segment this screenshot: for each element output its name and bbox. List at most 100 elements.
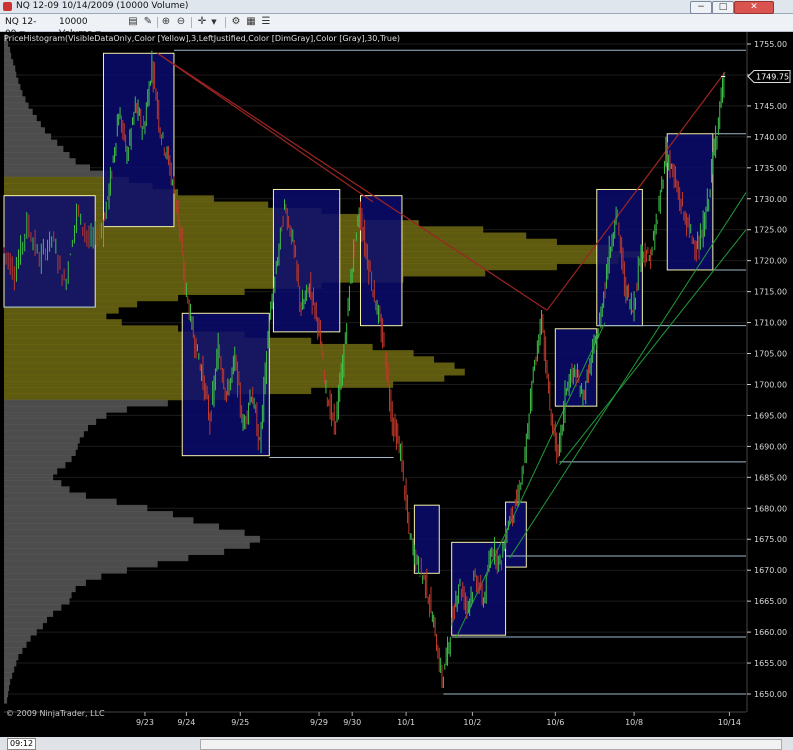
crosshair-icon[interactable]: ✛ [196,16,208,28]
histogram-bar [4,498,117,506]
histogram-bar [4,634,31,642]
histogram-bar [4,424,88,432]
histogram-bar [4,145,64,153]
histogram-bar [4,399,168,407]
histogram-bar [4,59,14,66]
histogram-bar [4,152,70,159]
histogram-bar [4,610,54,617]
histogram-bar [4,133,52,141]
price-axis-label: 1665.00 [754,597,787,606]
histogram-bar [4,170,109,178]
consolidation-box [554,328,598,407]
minimize-button[interactable]: − [690,1,712,14]
histogram-bar [4,535,260,543]
histogram-bar [4,696,8,704]
price-axis-label: 1725.00 [754,226,787,235]
histogram-bar [4,628,37,636]
histogram-bar [4,647,23,655]
chevron-down-icon[interactable]: ▼ [208,16,220,28]
histogram-bar [4,616,48,624]
histogram-bar [4,65,16,73]
price-axis-label: 1695.00 [754,411,787,420]
date-axis-label: 10/14 [718,718,741,727]
zoom-out-icon[interactable]: ⊖ [175,16,187,28]
histogram-bar [4,430,84,438]
price-histogram [4,34,644,704]
price-chart[interactable]: 1755.001750.001745.001740.001735.001730.… [0,32,793,737]
histogram-bar [4,597,70,605]
zoom-in-icon[interactable]: ⊕ [160,16,172,28]
date-axis-label: 10/2 [463,718,481,727]
chart-statusbar: 09:12 [0,737,793,750]
strategies-icon[interactable]: ▦ [245,16,257,28]
histogram-bar [4,412,107,419]
histogram-bar [4,622,43,630]
histogram-bar [4,548,225,556]
histogram-bar [4,96,26,104]
histogram-bar [4,306,119,314]
price-axis-label: 1685.00 [754,473,787,482]
horizontal-scrollbar[interactable] [200,739,782,750]
drawing-tool-pencil-icon[interactable]: ✎ [142,16,154,28]
price-axis-label: 1670.00 [754,566,787,575]
histogram-bar [4,77,19,85]
price-axis-label: 1730.00 [754,195,787,204]
histogram-bar [4,591,72,599]
histogram-bar [4,684,10,692]
histogram-bar [4,523,220,531]
properties-icon[interactable]: ☰ [260,16,272,28]
interval-selector[interactable]: 10000 Volume▼ [57,16,126,39]
consolidation-box [666,133,714,271]
histogram-bar [4,442,78,450]
close-button[interactable]: ✕ [734,1,774,14]
chart-toolbar: NQ 12-09▼ 10000 Volume▼ ▤ ✎ ⊕ ⊖ ✛ ▼ ⚙ ▦ … [0,14,793,39]
trend-line [157,52,374,203]
price-axis-label: 1675.00 [754,535,787,544]
consolidation-box [181,312,270,457]
price-axis-label: 1740.00 [754,133,787,142]
price-axis-label: 1710.00 [754,319,787,328]
indicators-icon[interactable]: ⚙ [230,16,242,28]
date-axis-label: 10/1 [397,718,415,727]
histogram-bar [4,566,127,574]
maximize-button[interactable]: □ [712,1,734,14]
histogram-bar [4,603,62,611]
consolidation-box [102,52,175,228]
histogram-bar [4,554,189,562]
price-chart-panel[interactable]: 1755.001750.001745.001740.001735.001730.… [0,32,793,737]
date-axis-label: 9/23 [136,718,154,727]
histogram-bar [4,653,19,661]
histogram-bar [4,121,41,128]
histogram-bar [4,504,148,512]
histogram-bar [4,579,86,586]
last-price-label: 1749.75 [756,73,789,82]
price-axis-label: 1655.00 [754,659,787,668]
consolidation-box [272,188,341,333]
instrument-selector[interactable]: NQ 12-09▼ [3,16,55,39]
histogram-bar [4,461,66,469]
price-axis-label: 1735.00 [754,164,787,173]
histogram-bar [4,83,21,91]
histogram-bar [4,312,107,320]
price-axis-label: 1720.00 [754,257,787,266]
price-axis-label: 1660.00 [754,628,787,637]
histogram-bar [4,449,76,456]
histogram-bar [4,90,23,97]
price-axis-label: 1755.00 [754,40,787,49]
histogram-bar [4,542,250,549]
histogram-bar [4,641,27,648]
histogram-bar [4,511,173,518]
bar-type-icon[interactable]: ▤ [127,16,139,28]
histogram-bar [4,517,194,525]
histogram-bar [4,665,15,673]
window-title: NQ 12-09 10/14/2009 (10000 Volume) [16,1,189,11]
histogram-bar [4,325,179,333]
histogram-bar [4,158,76,166]
histogram-bar [4,108,33,116]
histogram-bar [4,672,13,679]
histogram-bar [4,46,11,54]
price-axis-label: 1745.00 [754,102,787,111]
price-axis-label: 1690.00 [754,442,787,451]
chart-tab[interactable]: 09:12 [7,738,37,750]
histogram-bar [4,486,70,494]
